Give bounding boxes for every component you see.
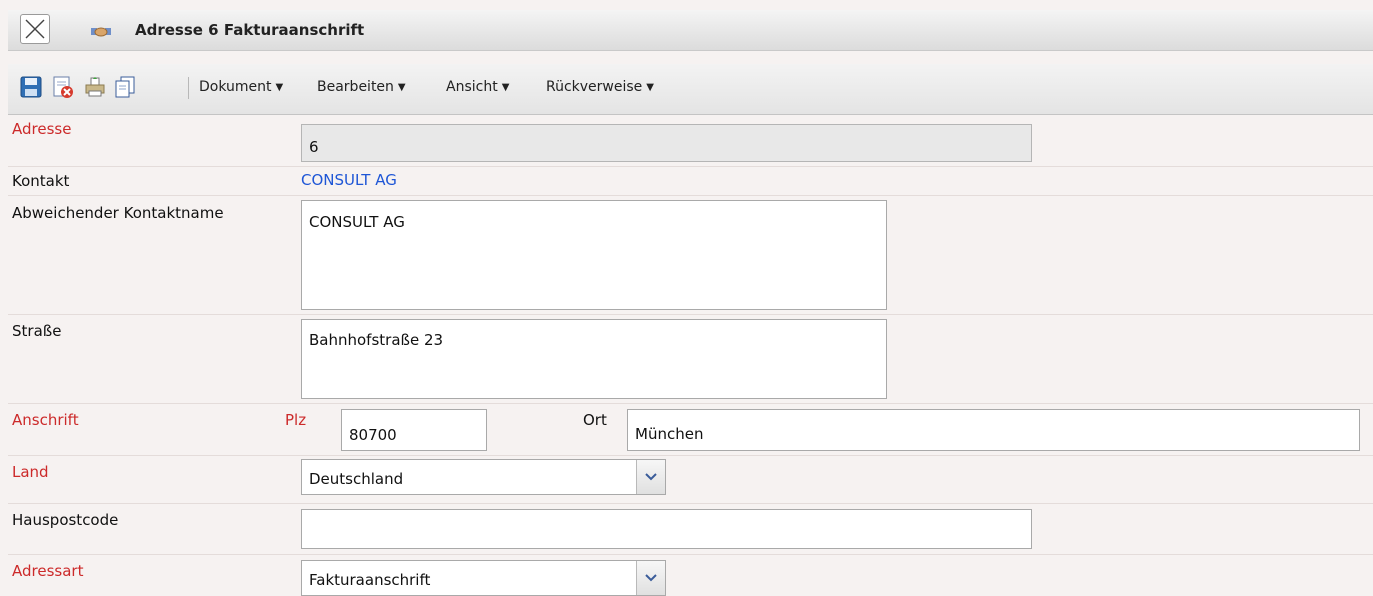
kontaktname-textarea[interactable]: CONSULT AG bbox=[301, 200, 887, 310]
adressart-select[interactable]: Fakturaanschrift bbox=[301, 560, 666, 596]
menu-dokument[interactable]: Dokument ▼ bbox=[199, 79, 283, 95]
kontakt-link[interactable]: CONSULT AG bbox=[301, 171, 397, 189]
close-button[interactable] bbox=[20, 14, 50, 44]
window-title: Adresse 6 Fakturaanschrift bbox=[135, 21, 365, 39]
strasse-textarea[interactable]: Bahnhofstraße 23 bbox=[301, 319, 887, 399]
row-divider bbox=[8, 195, 1373, 196]
delete-document-icon[interactable] bbox=[52, 76, 74, 98]
menu-label: Dokument bbox=[199, 79, 272, 95]
kontakt-label: Kontakt bbox=[12, 172, 70, 190]
caret-down-icon: ▼ bbox=[646, 82, 654, 93]
row-divider bbox=[8, 166, 1373, 167]
print-icon[interactable] bbox=[84, 76, 106, 98]
row-divider bbox=[8, 314, 1373, 315]
land-dropdown-button[interactable] bbox=[636, 460, 665, 494]
strasse-label: Straße bbox=[12, 322, 62, 340]
toolbar: Dokument ▼ Bearbeiten ▼ Ansicht ▼ Rückverwe… bbox=[8, 64, 1373, 115]
kontaktname-label: Abweichender Kontaktname bbox=[12, 204, 224, 222]
adresse-field: 6 bbox=[301, 124, 1032, 162]
save-icon[interactable] bbox=[20, 76, 42, 98]
menu-label: Ansicht bbox=[446, 79, 498, 95]
handshake-icon bbox=[91, 27, 111, 37]
adressart-label: Adressart bbox=[12, 562, 84, 580]
menu-rueckverweise[interactable]: Rückverweise ▼ bbox=[546, 79, 654, 95]
adresse-label: Adresse bbox=[12, 120, 72, 138]
menu-ansicht[interactable]: Ansicht ▼ bbox=[446, 79, 509, 95]
adressart-value: Fakturaanschrift bbox=[309, 571, 431, 589]
chevron-down-icon bbox=[645, 574, 657, 582]
ort-label: Ort bbox=[583, 411, 607, 429]
land-label: Land bbox=[12, 463, 49, 481]
toolbar-separator bbox=[188, 77, 189, 99]
land-value: Deutschland bbox=[309, 470, 404, 488]
row-divider bbox=[8, 554, 1373, 555]
menu-label: Rückverweise bbox=[546, 79, 643, 95]
anschrift-label: Anschrift bbox=[12, 411, 79, 429]
hauspostcode-input[interactable] bbox=[301, 509, 1032, 549]
menu-bearbeiten[interactable]: Bearbeiten ▼ bbox=[317, 79, 406, 95]
hauspostcode-label: Hauspostcode bbox=[12, 511, 119, 529]
close-icon bbox=[25, 19, 45, 39]
copy-icon[interactable] bbox=[114, 76, 136, 98]
ort-input[interactable]: München bbox=[627, 409, 1360, 451]
row-divider bbox=[8, 455, 1373, 456]
caret-down-icon: ▼ bbox=[501, 82, 510, 93]
land-select[interactable]: Deutschland bbox=[301, 459, 666, 495]
caret-down-icon: ▼ bbox=[275, 82, 284, 93]
adressart-dropdown-button[interactable] bbox=[636, 561, 665, 595]
plz-input[interactable]: 80700 bbox=[341, 409, 487, 451]
title-bar: Adresse 6 Fakturaanschrift bbox=[8, 10, 1373, 51]
plz-label: Plz bbox=[285, 411, 307, 429]
menu-label: Bearbeiten bbox=[317, 79, 394, 95]
row-divider bbox=[8, 503, 1373, 504]
chevron-down-icon bbox=[645, 473, 657, 481]
caret-down-icon: ▼ bbox=[397, 82, 406, 93]
row-divider bbox=[8, 403, 1373, 404]
